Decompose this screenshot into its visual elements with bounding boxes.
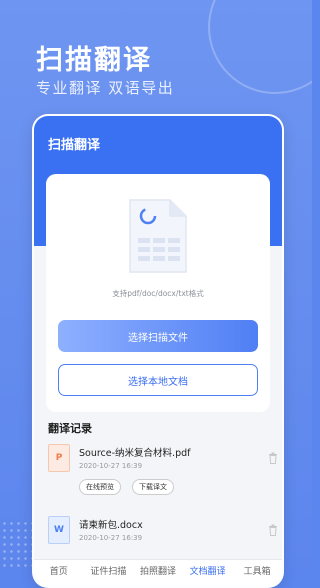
upload-card: 支持pdf/doc/docx/txt格式 选择扫描文件 选择本地文档 [46,174,270,412]
pdf-file-icon: P [48,444,70,472]
tab-toolbox[interactable]: 工具箱 [232,560,282,586]
select-local-document-button[interactable]: 选择本地文档 [58,364,258,396]
document-illustration-icon [129,199,187,273]
records-section-title: 翻译记录 [48,422,92,435]
trash-icon[interactable] [268,524,278,536]
hero-subtitle: 专业翻译 双语导出 [36,79,175,97]
word-file-icon: W [48,516,70,544]
tab-id-scan[interactable]: 证件扫描 [84,560,134,586]
phone-mockup: 扫描翻译 支持pdf/doc/docx/txt格式 选择扫描文件 选择本地文档 … [32,114,284,588]
download-translation-button[interactable]: 下载译文 [132,479,174,495]
record-filename: Source-纳米复合材料.pdf [79,448,191,459]
select-scan-file-button[interactable]: 选择扫描文件 [58,320,258,352]
trash-icon[interactable] [268,452,278,464]
preview-online-button[interactable]: 在线预览 [79,479,121,495]
tab-home[interactable]: 首页 [34,560,84,586]
record-filename: 请柬新包.docx [79,520,143,531]
tab-photo-translate[interactable]: 拍照翻译 [133,560,183,586]
supported-formats-text: 支持pdf/doc/docx/txt格式 [112,289,204,298]
bottom-tab-bar: 首页 证件扫描 拍照翻译 文档翻译 工具箱 [34,559,282,586]
tab-document-translate[interactable]: 文档翻译 [183,560,233,586]
app-title: 扫描翻译 [48,138,101,153]
record-time: 2020-10-27 16:39 [79,534,143,542]
record-time: 2020-10-27 16:39 [79,462,143,470]
decor-ring [208,0,312,94]
hero-title: 扫描翻译 [36,45,152,76]
